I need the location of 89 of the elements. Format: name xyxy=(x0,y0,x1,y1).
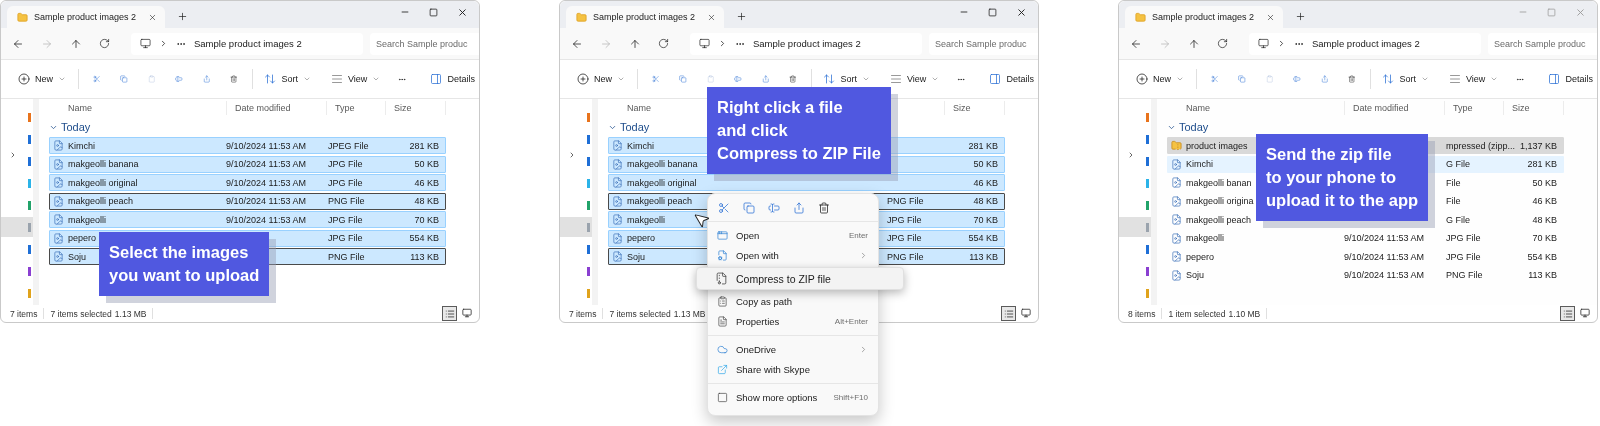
file-type: JPG File xyxy=(328,214,363,225)
date-modified: 9/10/2024 11:53 AM xyxy=(226,140,306,151)
file-type: File xyxy=(1446,196,1461,206)
file-name: makgeolli banana xyxy=(68,159,139,169)
date-modified: 9/10/2024 11:53 AM xyxy=(1344,270,1424,280)
file-type: File xyxy=(1446,177,1461,188)
selection-count: 7 items selected xyxy=(50,308,112,319)
file-type: PNG File xyxy=(887,251,924,262)
file-type: JPG File xyxy=(1446,251,1481,262)
file-name: makgeolli xyxy=(1186,233,1225,243)
file-name: makgeolli origina xyxy=(1186,196,1254,206)
file-type: PNG File xyxy=(328,196,365,206)
file-type: JPG File xyxy=(328,233,363,243)
file-type: PNG File xyxy=(328,251,365,262)
file-size: 46 KB xyxy=(1532,196,1557,206)
file-size: 1,137 KB xyxy=(1519,140,1557,151)
file-name: makgeolli original xyxy=(627,177,697,188)
file-size: 113 KB xyxy=(410,251,439,262)
file-name: makgeolli peach xyxy=(1186,214,1252,225)
file-name: Kimchi xyxy=(627,140,654,151)
tab-title: Sample product images 2 xyxy=(593,12,697,22)
file-type: PNG File xyxy=(1446,270,1483,280)
file-size: 281 KB xyxy=(409,140,439,151)
date-modified: 9/10/2024 11:53 AM xyxy=(226,177,306,188)
tab-title: Sample product images 2 xyxy=(34,12,138,22)
file-name: makgeolli peach xyxy=(68,196,134,206)
file-name: pepero xyxy=(627,233,656,243)
file-type: JPEG File xyxy=(328,140,369,151)
shortcut-hint: Shift+F10 xyxy=(833,392,868,402)
file-name: makgeolli banana xyxy=(627,159,698,169)
instruction-tooltip: Send the zip file to your phone to upload it to the app xyxy=(1256,134,1429,221)
file-size: 46 KB xyxy=(414,177,439,188)
file-name: Soju xyxy=(627,251,645,262)
file-size: 46 KB xyxy=(973,177,998,188)
file-size: 554 KB xyxy=(1527,251,1557,262)
file-size: 70 KB xyxy=(414,214,439,225)
instruction-tooltip: Select the images you want to upload xyxy=(99,232,270,296)
file-name: Kimchi xyxy=(1186,159,1213,169)
file-name: makgeolli xyxy=(627,214,666,225)
file-type: JPG File xyxy=(887,214,922,225)
date-modified: 9/10/2024 11:53 AM xyxy=(226,159,306,169)
selection-size: 1.13 MB xyxy=(114,308,147,319)
file-size: 281 KB xyxy=(968,140,998,151)
file-name: makgeolli peach xyxy=(627,196,693,206)
selection-count: 7 items selected xyxy=(609,308,671,319)
file-size: 48 KB xyxy=(1532,214,1557,225)
tab-title: Sample product images 2 xyxy=(1152,12,1256,22)
file-name: makgeolli original xyxy=(68,177,138,188)
file-name: makgeolli xyxy=(68,214,107,225)
instruction-tooltip: Right click a file and click Compress to ZIP File xyxy=(707,87,891,174)
file-type: G File xyxy=(1446,214,1470,225)
file-type: PNG File xyxy=(887,196,924,206)
file-name: Soju xyxy=(1186,270,1204,280)
item-count: 8 items xyxy=(1128,308,1156,319)
file-size: 113 KB xyxy=(969,251,998,262)
date-modified: 9/10/2024 11:53 AM xyxy=(226,196,306,206)
file-size: 50 KB xyxy=(414,159,439,169)
file-name: product images xyxy=(1186,140,1248,151)
item-count: 7 items xyxy=(10,308,38,319)
file-type: JPG File xyxy=(1446,233,1481,243)
selection-size: 1.10 MB xyxy=(1228,308,1261,319)
file-size: 70 KB xyxy=(1532,233,1557,243)
file-name: pepero xyxy=(1186,251,1215,262)
file-size: 554 KB xyxy=(409,233,439,243)
date-modified: 9/10/2024 11:53 AM xyxy=(1344,251,1424,262)
selection-size: 1.13 MB xyxy=(673,308,706,319)
file-name: Kimchi xyxy=(68,140,95,151)
file-type: JPG File xyxy=(328,159,363,169)
file-type: JPG File xyxy=(887,233,922,243)
file-size: 281 KB xyxy=(1527,159,1557,169)
file-size: 50 KB xyxy=(973,159,998,169)
date-modified: 9/10/2024 11:53 AM xyxy=(1344,233,1424,243)
file-name: Soju xyxy=(68,251,86,262)
file-type: JPG File xyxy=(328,177,363,188)
file-size: 50 KB xyxy=(1532,177,1557,188)
file-type: mpressed (zipp... xyxy=(1446,140,1516,151)
shortcut-hint: Enter xyxy=(848,230,868,240)
shortcut-hint: Alt+Enter xyxy=(834,317,868,327)
date-modified: 9/10/2024 11:53 AM xyxy=(226,214,306,225)
item-count: 7 items xyxy=(569,308,597,319)
file-type: G File xyxy=(1446,159,1470,169)
file-size: 113 KB xyxy=(1528,270,1557,280)
file-name: makgeolli banan xyxy=(1186,177,1252,188)
file-size: 70 KB xyxy=(973,214,998,225)
file-size: 554 KB xyxy=(968,233,998,243)
file-size: 48 KB xyxy=(414,196,439,206)
file-name: pepero xyxy=(68,233,97,243)
selection-count: 1 item selected xyxy=(1168,308,1226,319)
file-size: 48 KB xyxy=(973,196,998,206)
